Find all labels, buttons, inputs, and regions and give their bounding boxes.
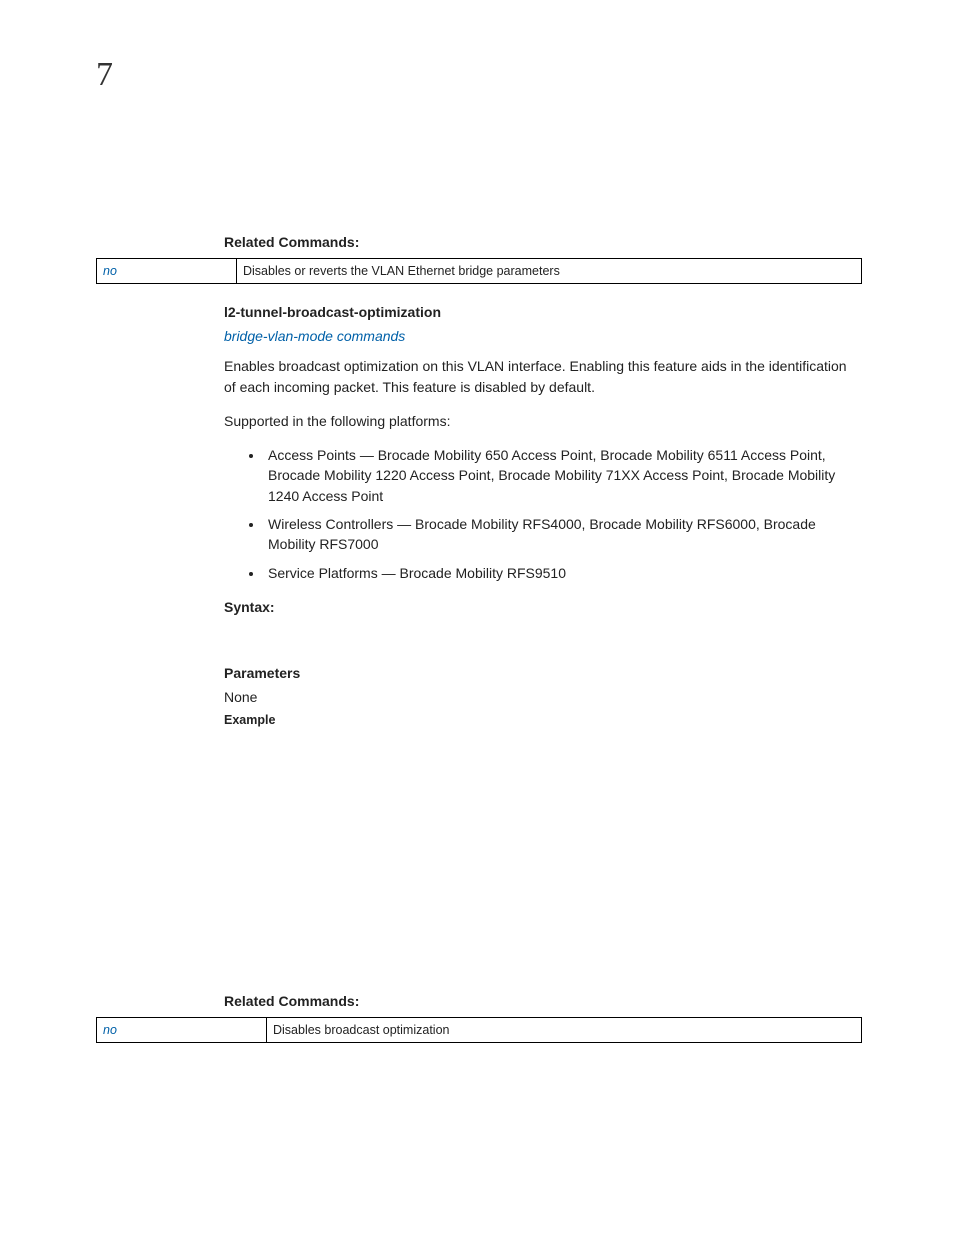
list-item: Wireless Controllers — Brocade Mobility …	[264, 514, 862, 555]
table-row: no Disables broadcast optimization	[97, 1018, 862, 1043]
related-commands-heading-1: Related Commands:	[224, 234, 862, 250]
table-row: no Disables or reverts the VLAN Ethernet…	[97, 259, 862, 284]
syntax-heading: Syntax:	[224, 599, 862, 615]
parent-topic-link[interactable]: bridge-vlan-mode commands	[224, 328, 862, 344]
cmd-link-no-2[interactable]: no	[103, 1023, 117, 1037]
chapter-number: 7	[96, 56, 862, 94]
list-item: Service Platforms — Brocade Mobility RFS…	[264, 563, 862, 583]
platform-list: Access Points — Brocade Mobility 650 Acc…	[224, 445, 862, 583]
topic-title: l2-tunnel-broadcast-optimization	[224, 304, 862, 320]
list-item: Access Points — Brocade Mobility 650 Acc…	[264, 445, 862, 506]
topic-description: Enables broadcast optimization on this V…	[224, 356, 862, 397]
parameters-heading: Parameters	[224, 665, 862, 681]
related-commands-table-2: no Disables broadcast optimization	[96, 1017, 862, 1043]
example-heading: Example	[224, 713, 862, 727]
page: 7 Related Commands: no Disables or rever…	[0, 0, 954, 1043]
related-commands-table-1: no Disables or reverts the VLAN Ethernet…	[96, 258, 862, 284]
supported-platforms-intro: Supported in the following platforms:	[224, 411, 862, 431]
cmd-link-no-1[interactable]: no	[103, 264, 117, 278]
cmd-desc-2: Disables broadcast optimization	[273, 1023, 449, 1037]
parameters-none: None	[224, 687, 862, 707]
related-commands-heading-2: Related Commands:	[224, 993, 862, 1009]
cmd-desc-1: Disables or reverts the VLAN Ethernet br…	[243, 264, 560, 278]
